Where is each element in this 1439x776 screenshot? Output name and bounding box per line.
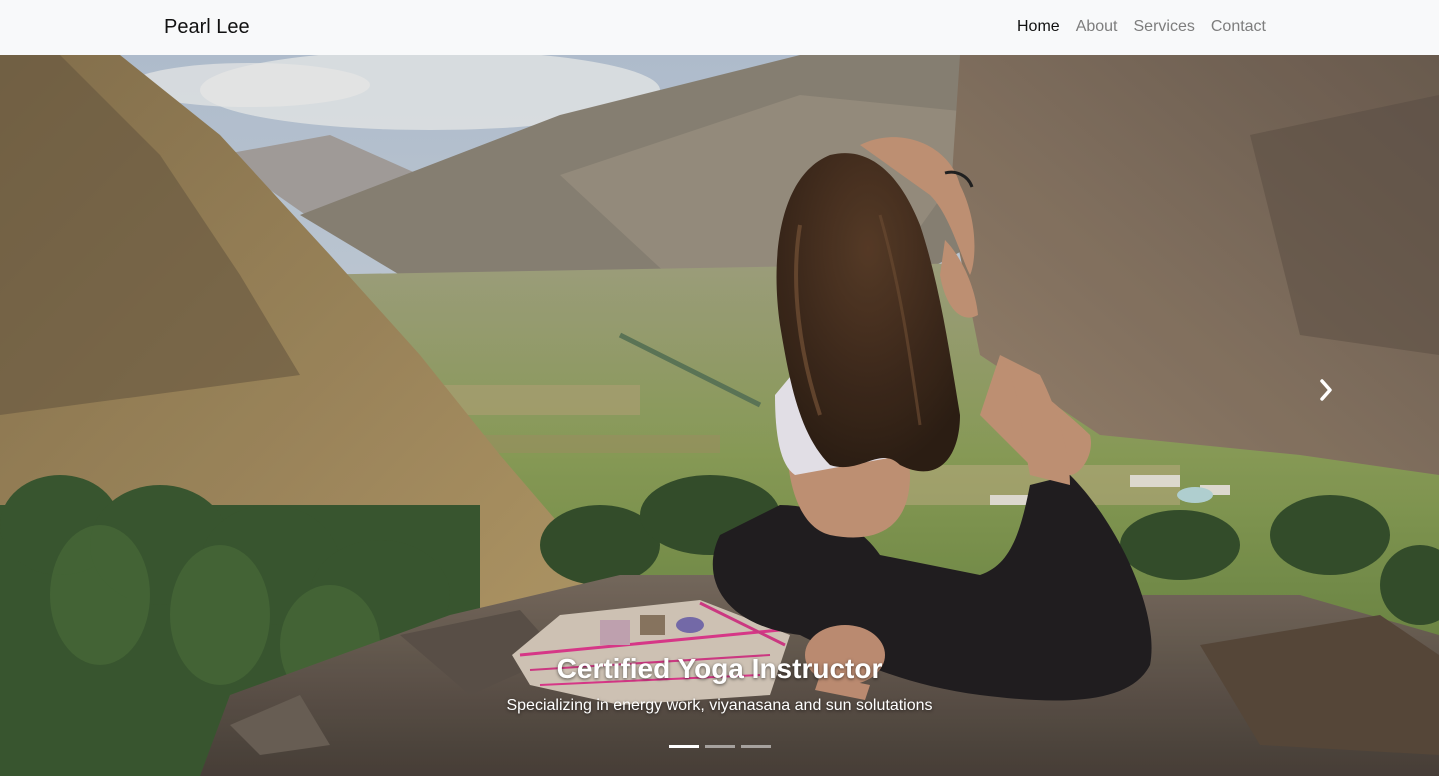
- nav-link-services[interactable]: Services: [1134, 16, 1195, 38]
- caption-subtitle: Specializing in energy work, viyanasana …: [506, 697, 933, 714]
- carousel-next-button[interactable]: [1311, 370, 1341, 410]
- nav-link-home[interactable]: Home: [1017, 16, 1060, 38]
- chevron-right-icon: [1320, 379, 1332, 401]
- carousel-caption: Certified Yoga Instructor Specializing i…: [0, 652, 1439, 716]
- caption-title: Certified Yoga Instructor: [556, 653, 883, 684]
- carousel-indicator-3[interactable]: [740, 745, 771, 748]
- carousel-indicator-2[interactable]: [704, 745, 735, 748]
- navbar: Pearl Lee Home About Services Contact: [0, 0, 1439, 55]
- nav-link-contact[interactable]: Contact: [1211, 16, 1266, 38]
- carousel-indicator-1[interactable]: [668, 745, 699, 748]
- brand-logo-link[interactable]: Pearl Lee: [164, 14, 250, 40]
- nav-links: Home About Services Contact: [1017, 16, 1266, 38]
- carousel-indicators: [0, 745, 1439, 748]
- hero-carousel: Certified Yoga Instructor Specializing i…: [0, 55, 1439, 776]
- nav-link-about[interactable]: About: [1076, 16, 1118, 38]
